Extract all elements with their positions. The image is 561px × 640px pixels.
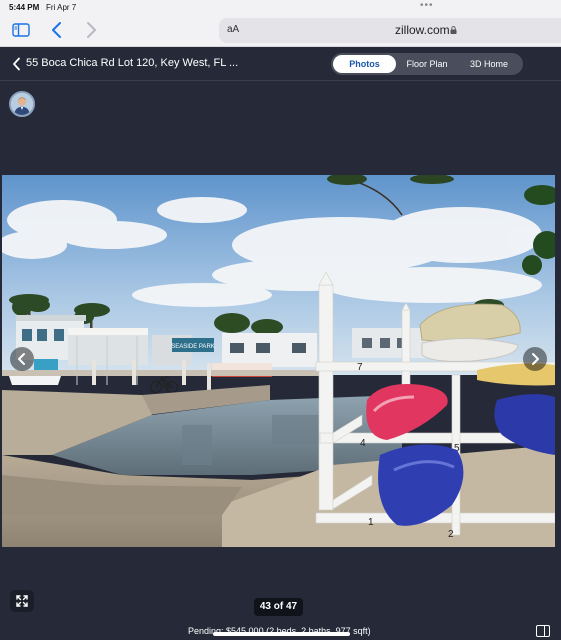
previous-photo-button[interactable] [10, 347, 34, 371]
photo-counter: 43 of 47 [254, 598, 303, 616]
expand-icon [16, 595, 28, 607]
listing-header: 55 Boca Chica Rd Lot 120, Key West, FL .… [0, 47, 561, 81]
status-time: 5:44 PM [9, 3, 40, 12]
agent-avatar[interactable] [9, 91, 35, 117]
next-photo-button[interactable] [523, 347, 547, 371]
url-text: zillow.com [395, 23, 450, 37]
dock-sign-text: SEASIDE PARK [171, 344, 215, 350]
rack-number-4: 4 [360, 438, 366, 449]
text-size-button[interactable]: aA [227, 24, 239, 35]
tab-3d-home[interactable]: 3D Home [458, 55, 520, 73]
tab-photos[interactable]: Photos [333, 55, 396, 73]
agent-portrait-icon [11, 93, 33, 115]
listing-summary-bar: Pending: $545,000 (2 beds, 2 baths, 977 … [0, 623, 561, 640]
side-panel-icon[interactable] [536, 625, 550, 637]
browser-toolbar: aA zillow.com [0, 14, 561, 47]
marina-photo-illustration: SEASIDE PARK 7 4 5 1 2 [2, 175, 555, 547]
back-icon[interactable] [50, 21, 64, 39]
rack-number-2: 2 [448, 529, 454, 540]
chevron-right-icon [532, 353, 539, 365]
rack-number-1: 1 [368, 517, 374, 528]
chevron-left-icon [18, 353, 25, 365]
status-bar: 5:44 PM Fri Apr 7 ••• [0, 0, 561, 14]
listing-photo[interactable]: SEASIDE PARK 7 4 5 1 2 [2, 175, 555, 547]
lock-icon [450, 26, 457, 34]
home-indicator[interactable] [213, 632, 350, 636]
forward-icon[interactable] [84, 21, 98, 39]
rack-number-7: 7 [357, 362, 363, 373]
fullscreen-button[interactable] [10, 590, 34, 612]
close-gallery-back-icon[interactable] [12, 57, 21, 71]
status-date: Fri Apr 7 [46, 3, 77, 12]
listing-address[interactable]: 55 Boca Chica Rd Lot 120, Key West, FL .… [26, 57, 238, 69]
sidebar-icon[interactable] [12, 23, 30, 37]
media-tab-group: Photos Floor Plan 3D Home [331, 53, 523, 75]
multitasking-dots-icon[interactable]: ••• [420, 0, 434, 11]
tab-floor-plan[interactable]: Floor Plan [398, 55, 456, 73]
address-bar[interactable]: aA zillow.com [219, 18, 561, 43]
